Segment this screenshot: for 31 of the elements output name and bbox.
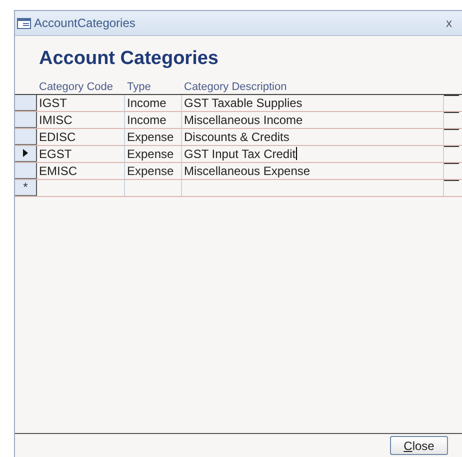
- record-selector[interactable]: [15, 146, 37, 162]
- table-cell: GST Taxable Supplies: [184, 94, 302, 110]
- new-record-marker: *: [23, 181, 28, 193]
- close-button[interactable]: x: [446, 17, 452, 29]
- table-cell: EGST: [39, 146, 72, 162]
- table-cell: IMISC: [39, 112, 72, 128]
- close-button[interactable]: Close: [390, 436, 448, 455]
- table-cell: Expense: [127, 128, 174, 144]
- table-cell: GST Input Tax Credit: [184, 146, 296, 162]
- column-header: Category Description: [183, 80, 288, 94]
- table-cell: Miscellaneous Income: [184, 112, 303, 128]
- table-cell: Income: [127, 112, 166, 128]
- table-cell: EMISC: [39, 162, 78, 178]
- record-selector[interactable]: [15, 112, 37, 128]
- record-selector[interactable]: [15, 162, 37, 178]
- table-cell: Income: [127, 94, 166, 110]
- table-cell: EDISC: [39, 128, 76, 144]
- record-selector[interactable]: [15, 94, 37, 110]
- form-icon: [17, 18, 31, 28]
- current-record-icon: [23, 149, 28, 157]
- column-header: Type: [126, 80, 152, 94]
- window-title: AccountCategories: [34, 15, 136, 32]
- record-selector[interactable]: [15, 128, 37, 144]
- table-cell: Expense: [127, 146, 174, 162]
- column-header: Category Code: [38, 80, 114, 94]
- table-cell: IGST: [39, 94, 68, 110]
- table-cell: Discounts & Credits: [184, 128, 290, 144]
- table-cell: Miscellaneous Expense: [184, 162, 310, 178]
- table-cell: Expense: [127, 162, 174, 178]
- form-heading: Account Categories: [39, 48, 218, 69]
- record-selector[interactable]: *: [15, 180, 37, 196]
